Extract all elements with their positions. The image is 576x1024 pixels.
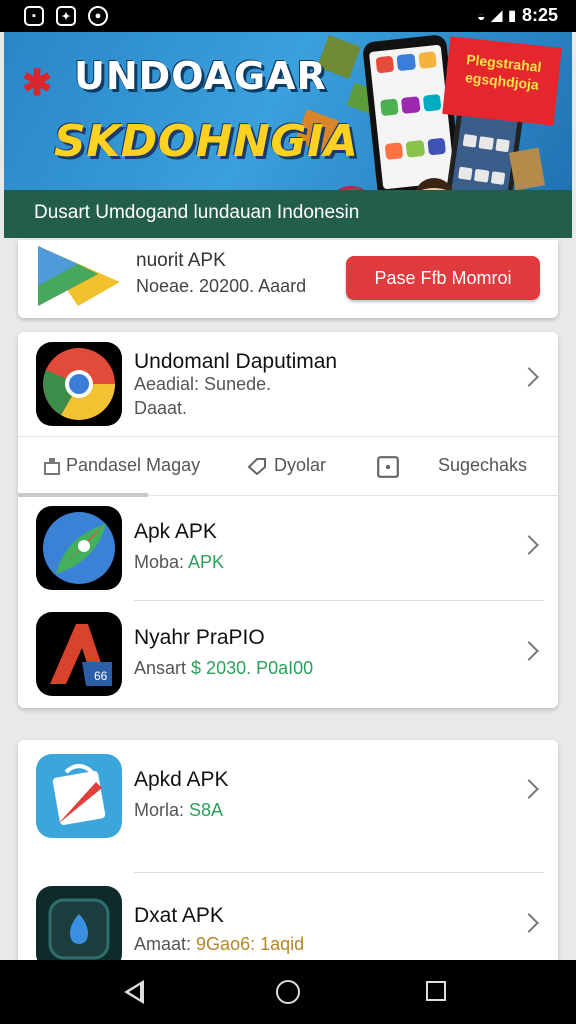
- recent-apps-icon[interactable]: [426, 981, 446, 1001]
- banner-title-line2: SKDOHNGIA: [54, 116, 359, 167]
- list-item[interactable]: 66 Nyahr PraPIO Ansart $ 2030. P0aI00: [18, 604, 558, 708]
- banner-footer: Dusart Umdogand lundauan Indonesin: [4, 190, 572, 238]
- featured-card[interactable]: nuorit APK Noeae. 20200. Aaard Pase Ffb …: [18, 240, 558, 318]
- list-item[interactable]: Apk APK Moba: APK: [18, 498, 558, 602]
- banner-title-line1: UNDOAGAR: [74, 54, 327, 98]
- app-subtitle: Moba: APK: [134, 552, 225, 572]
- chrome-icon: [36, 342, 122, 426]
- autocad-icon: 66: [36, 612, 122, 696]
- featured-action-button[interactable]: Pase Ffb Momroi: [346, 256, 540, 300]
- app-list-card: Undomanl Daputiman Aeadial: Sunede. Daaa…: [18, 332, 558, 708]
- list-item[interactable]: Undomanl Daputiman Aeadial: Sunede. Daaa…: [18, 332, 558, 436]
- signal-icon: ◢: [491, 7, 503, 23]
- svg-text:66: 66: [94, 669, 108, 683]
- burst-icon: ✱: [22, 62, 53, 103]
- app-subtitle-2: Daaat.: [134, 398, 188, 418]
- app-subtitle: Amaat: 9Gao6: 1aqid: [134, 934, 305, 954]
- battery-icon: ▮: [508, 7, 516, 23]
- chevron-right-icon: [519, 367, 539, 387]
- app-name: Apkd APK: [134, 768, 229, 791]
- tab-dyolar[interactable]: Dyolar: [246, 455, 326, 476]
- navigation-bar: [0, 960, 576, 1024]
- store-icon: [44, 457, 60, 475]
- app-name: Nyahr PraPIO: [134, 626, 265, 649]
- app-name: Undomanl Daputiman: [134, 350, 338, 373]
- promo-tag: Plegstrahal egsqhdjoja: [442, 36, 562, 126]
- tab-sugechaks[interactable]: Sugechaks: [438, 455, 527, 476]
- wifi-icon: ◒: [477, 7, 486, 24]
- app-list-card-2: Apkd APK Morla: S8A Dxat APK Amaat: 9Gao…: [18, 740, 558, 970]
- chevron-right-icon: [519, 913, 539, 933]
- cup-icon: [508, 147, 546, 191]
- featured-subtitle: Noeae. 20200. Aaard: [136, 276, 307, 296]
- game-icon: ✦: [56, 6, 76, 26]
- tag-icon: [247, 457, 266, 475]
- back-icon[interactable]: [124, 980, 144, 1004]
- rocket-app-icon: [36, 506, 122, 590]
- bag-app-icon: [36, 754, 122, 838]
- status-bar: ▪ ✦ ● ◒ ◢ ▮ 8:25: [0, 0, 576, 32]
- circle-app-icon: [36, 886, 122, 970]
- promo-banner[interactable]: ✱ Plegstrahal egsqhdjoja UNDOAGAR SKDOHN…: [4, 32, 572, 238]
- status-time: 8:25: [521, 5, 558, 25]
- app-name: Apk APK: [134, 520, 217, 543]
- tab-bar: Pandasel Magay Dyolar Sugechaks: [18, 436, 558, 497]
- chevron-right-icon: [519, 641, 539, 661]
- tab-square[interactable]: [376, 455, 406, 479]
- divider: [134, 600, 544, 601]
- home-icon[interactable]: [276, 980, 300, 1004]
- app-subtitle: Morla: S8A: [134, 800, 224, 820]
- divider: [134, 872, 544, 873]
- media-icon: ●: [88, 6, 108, 26]
- chevron-right-icon: [519, 779, 539, 799]
- list-item[interactable]: Apkd APK Morla: S8A: [18, 740, 558, 873]
- play-store-icon: [38, 246, 120, 306]
- banner-subtitle: Dusart Umdogand lundauan Indonesin: [34, 202, 360, 223]
- tab-pandasel[interactable]: Pandasel Magay: [44, 455, 200, 476]
- tab-indicator: [18, 493, 148, 497]
- featured-title: nuorit APK: [136, 250, 226, 271]
- app-subtitle: Aeadial: Sunede.: [134, 374, 272, 394]
- app-name: Dxat APK: [134, 904, 224, 927]
- app-subtitle: Ansart $ 2030. P0aI00: [134, 658, 314, 678]
- square-icon: [377, 456, 399, 478]
- chevron-right-icon: [519, 535, 539, 555]
- list-item[interactable]: Dxat APK Amaat: 9Gao6: 1aqid: [18, 874, 558, 970]
- notification-icon: ▪: [24, 6, 44, 26]
